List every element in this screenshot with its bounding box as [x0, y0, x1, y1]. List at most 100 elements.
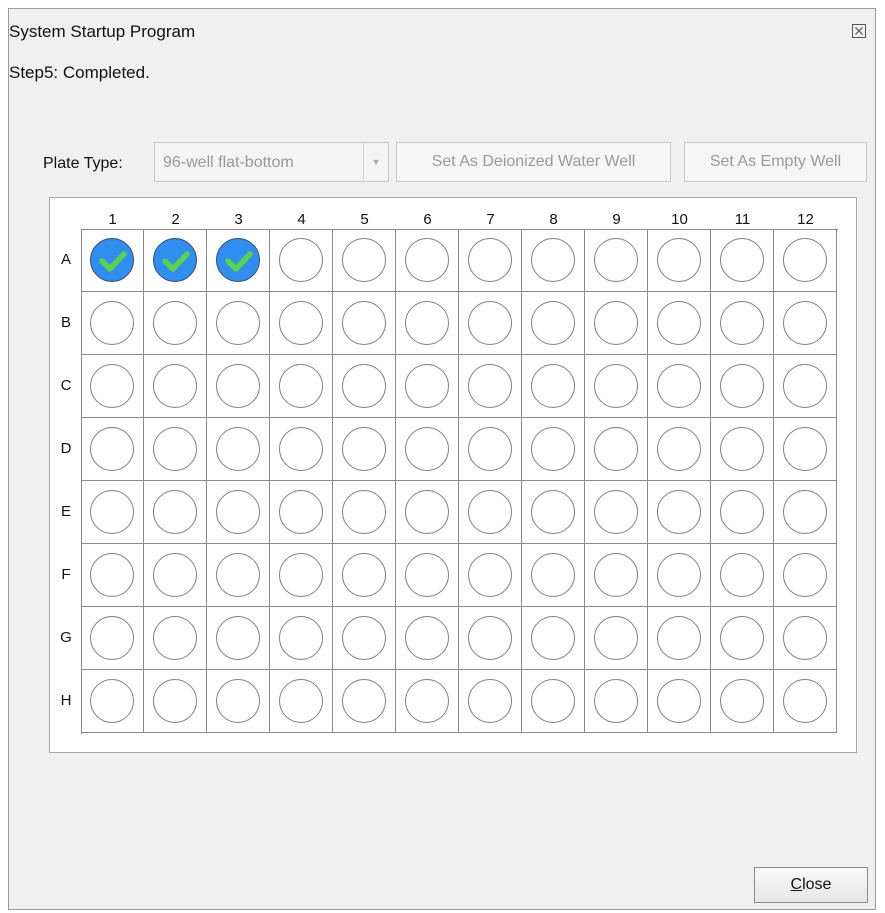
- well-C9[interactable]: [594, 364, 638, 408]
- well-E3[interactable]: [216, 490, 260, 534]
- well-F12[interactable]: [783, 553, 827, 597]
- well-D9[interactable]: [594, 427, 638, 471]
- well-G12[interactable]: [783, 616, 827, 660]
- well-G4[interactable]: [279, 616, 323, 660]
- well-F5[interactable]: [342, 553, 386, 597]
- well-G10[interactable]: [657, 616, 701, 660]
- well-A5[interactable]: [342, 238, 386, 282]
- well-D3[interactable]: [216, 427, 260, 471]
- well-G7[interactable]: [468, 616, 512, 660]
- well-B6[interactable]: [405, 301, 449, 345]
- close-button[interactable]: Close: [754, 867, 868, 903]
- well-E7[interactable]: [468, 490, 512, 534]
- well-G5[interactable]: [342, 616, 386, 660]
- well-C4[interactable]: [279, 364, 323, 408]
- well-A12[interactable]: [783, 238, 827, 282]
- well-A11[interactable]: [720, 238, 764, 282]
- well-B11[interactable]: [720, 301, 764, 345]
- well-C2[interactable]: [153, 364, 197, 408]
- well-B10[interactable]: [657, 301, 701, 345]
- well-B3[interactable]: [216, 301, 260, 345]
- well-H4[interactable]: [279, 679, 323, 723]
- well-F7[interactable]: [468, 553, 512, 597]
- well-C11[interactable]: [720, 364, 764, 408]
- well-F4[interactable]: [279, 553, 323, 597]
- well-H3[interactable]: [216, 679, 260, 723]
- well-B7[interactable]: [468, 301, 512, 345]
- well-A2[interactable]: [153, 238, 197, 282]
- close-icon[interactable]: [851, 24, 867, 40]
- well-H6[interactable]: [405, 679, 449, 723]
- well-G2[interactable]: [153, 616, 197, 660]
- well-D2[interactable]: [153, 427, 197, 471]
- well-G6[interactable]: [405, 616, 449, 660]
- well-C10[interactable]: [657, 364, 701, 408]
- well-F1[interactable]: [90, 553, 134, 597]
- well-A6[interactable]: [405, 238, 449, 282]
- well-B9[interactable]: [594, 301, 638, 345]
- well-C1[interactable]: [90, 364, 134, 408]
- well-B4[interactable]: [279, 301, 323, 345]
- well-F10[interactable]: [657, 553, 701, 597]
- well-H11[interactable]: [720, 679, 764, 723]
- well-A9[interactable]: [594, 238, 638, 282]
- well-E12[interactable]: [783, 490, 827, 534]
- well-A7[interactable]: [468, 238, 512, 282]
- well-C12[interactable]: [783, 364, 827, 408]
- well-F6[interactable]: [405, 553, 449, 597]
- well-G8[interactable]: [531, 616, 575, 660]
- well-H7[interactable]: [468, 679, 512, 723]
- well-D4[interactable]: [279, 427, 323, 471]
- well-C3[interactable]: [216, 364, 260, 408]
- well-H5[interactable]: [342, 679, 386, 723]
- well-H10[interactable]: [657, 679, 701, 723]
- well-D8[interactable]: [531, 427, 575, 471]
- well-G11[interactable]: [720, 616, 764, 660]
- well-D5[interactable]: [342, 427, 386, 471]
- well-D1[interactable]: [90, 427, 134, 471]
- well-A3[interactable]: [216, 238, 260, 282]
- well-E11[interactable]: [720, 490, 764, 534]
- well-H1[interactable]: [90, 679, 134, 723]
- well-G3[interactable]: [216, 616, 260, 660]
- well-D11[interactable]: [720, 427, 764, 471]
- well-C7[interactable]: [468, 364, 512, 408]
- well-C6[interactable]: [405, 364, 449, 408]
- well-D7[interactable]: [468, 427, 512, 471]
- set-empty-well-button[interactable]: Set As Empty Well: [684, 142, 867, 182]
- well-B2[interactable]: [153, 301, 197, 345]
- well-G9[interactable]: [594, 616, 638, 660]
- well-A1[interactable]: [90, 238, 134, 282]
- well-E4[interactable]: [279, 490, 323, 534]
- well-E5[interactable]: [342, 490, 386, 534]
- well-F11[interactable]: [720, 553, 764, 597]
- well-B1[interactable]: [90, 301, 134, 345]
- well-F9[interactable]: [594, 553, 638, 597]
- well-H12[interactable]: [783, 679, 827, 723]
- well-A4[interactable]: [279, 238, 323, 282]
- well-E6[interactable]: [405, 490, 449, 534]
- chevron-down-icon[interactable]: ▼: [363, 143, 388, 181]
- well-H8[interactable]: [531, 679, 575, 723]
- well-F2[interactable]: [153, 553, 197, 597]
- well-F8[interactable]: [531, 553, 575, 597]
- well-E2[interactable]: [153, 490, 197, 534]
- set-water-well-button[interactable]: Set As Deionized Water Well: [396, 142, 671, 182]
- well-C5[interactable]: [342, 364, 386, 408]
- well-E1[interactable]: [90, 490, 134, 534]
- well-E10[interactable]: [657, 490, 701, 534]
- well-F3[interactable]: [216, 553, 260, 597]
- well-A10[interactable]: [657, 238, 701, 282]
- well-D10[interactable]: [657, 427, 701, 471]
- well-D6[interactable]: [405, 427, 449, 471]
- plate-type-select[interactable]: 96-well flat-bottom ▼: [154, 142, 389, 182]
- well-H2[interactable]: [153, 679, 197, 723]
- well-B5[interactable]: [342, 301, 386, 345]
- well-B12[interactable]: [783, 301, 827, 345]
- well-H9[interactable]: [594, 679, 638, 723]
- well-G1[interactable]: [90, 616, 134, 660]
- well-E8[interactable]: [531, 490, 575, 534]
- well-E9[interactable]: [594, 490, 638, 534]
- well-A8[interactable]: [531, 238, 575, 282]
- well-D12[interactable]: [783, 427, 827, 471]
